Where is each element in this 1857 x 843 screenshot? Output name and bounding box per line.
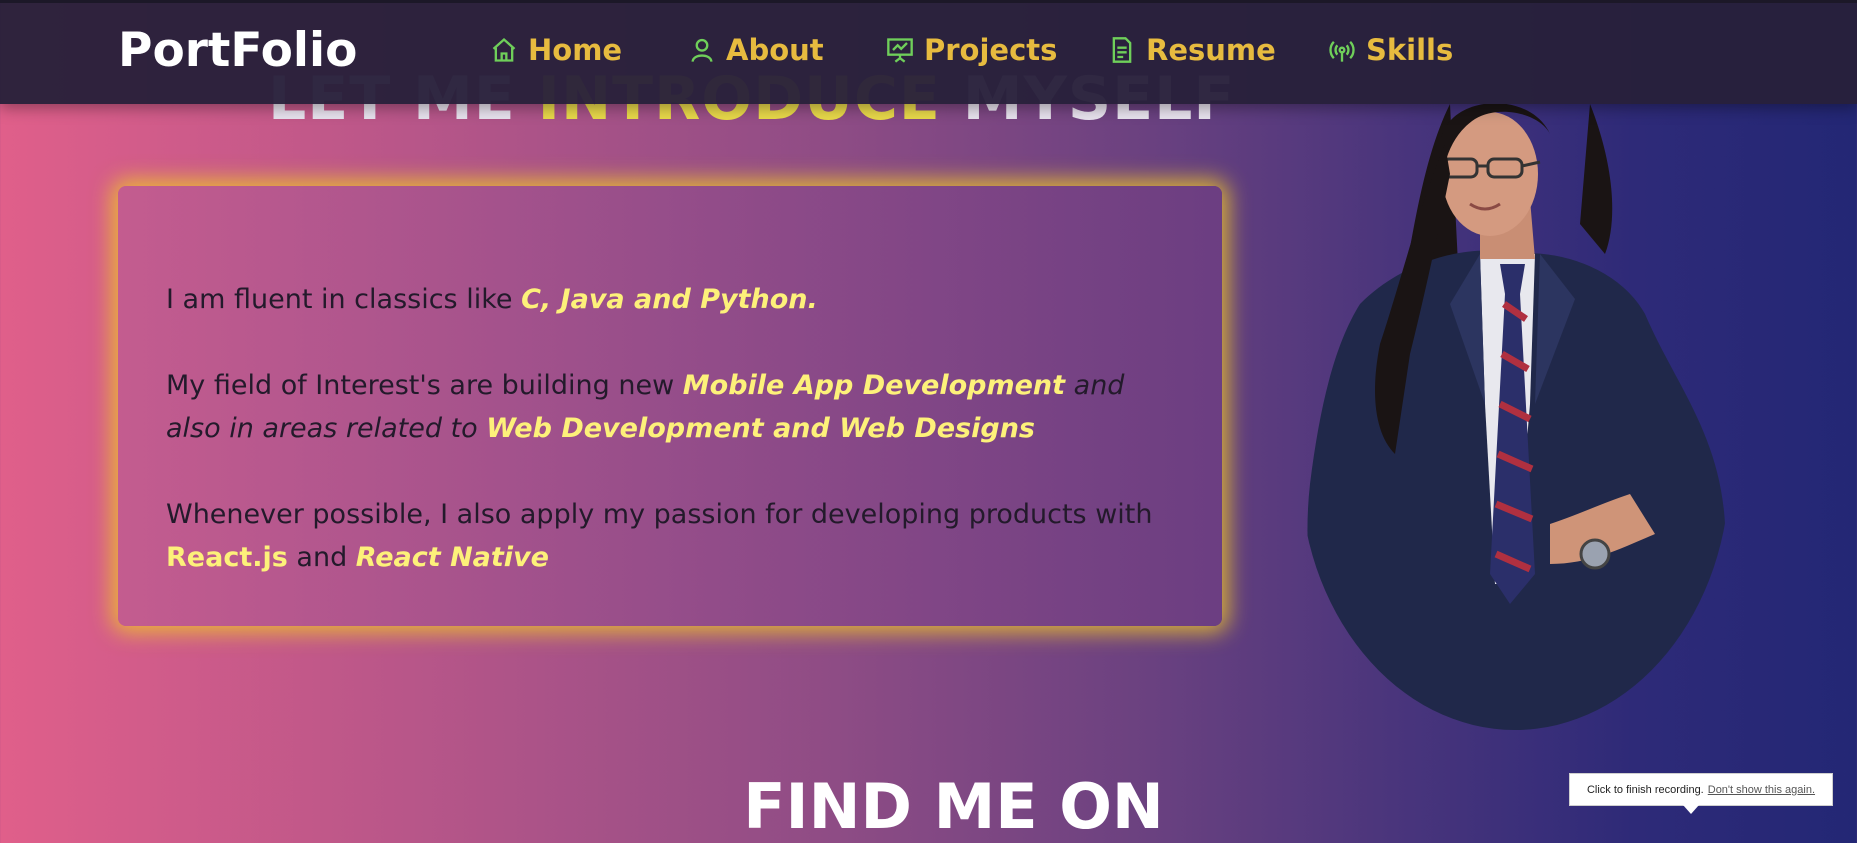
nav-home-label: Home: [528, 33, 623, 67]
p2-text: My field of Interest's are building new: [166, 370, 683, 401]
p3-and: and: [287, 542, 356, 573]
nav-resume-label: Resume: [1146, 33, 1276, 67]
nav-home[interactable]: Home: [490, 33, 622, 67]
profile-illustration: [1307, 104, 1726, 730]
nav-resume[interactable]: Resume: [1108, 33, 1276, 67]
navbar: PortFolio Home About Projects Resume Ski…: [0, 0, 1857, 104]
p1-text: I am fluent in classics like: [166, 284, 522, 315]
nav-skills-label: Skills: [1366, 33, 1454, 67]
home-icon: [492, 37, 516, 62]
nav-about-label: About: [726, 33, 824, 67]
nav-skills[interactable]: Skills: [1328, 33, 1453, 67]
document-icon: [1112, 37, 1132, 63]
intro-paragraph-3: Whenever possible, I also apply my passi…: [166, 493, 1174, 579]
nav-about[interactable]: About: [688, 33, 824, 67]
p1-highlight: C, Java and Python.: [521, 284, 818, 315]
user-icon: [691, 38, 713, 62]
intro-paragraph-2: My field of Interest's are building new …: [166, 364, 1174, 450]
tooltip-text: Click to finish recording.: [1586, 783, 1704, 796]
tooltip-arrow: [1683, 805, 1699, 814]
p3-highlight-react: React.js: [166, 542, 288, 573]
intro-card: I am fluent in classics like C, Java and…: [118, 186, 1222, 626]
brand-logo[interactable]: PortFolio: [118, 23, 357, 78]
nav-projects[interactable]: Projects: [886, 33, 1057, 67]
broadcast-icon: [1329, 41, 1355, 62]
presentation-icon: [887, 38, 913, 63]
p3-text: Whenever possible, I also apply my passi…: [166, 499, 1153, 530]
p3-highlight-react-native: React Native: [355, 542, 549, 573]
intro-paragraph-1: I am fluent in classics like C, Java and…: [166, 278, 1174, 321]
recording-tooltip[interactable]: Click to finish recording. Don't show th…: [1569, 773, 1833, 814]
dont-show-again-link[interactable]: Don't show this again.: [1708, 784, 1815, 796]
p2-highlight-web: Web Development and Web Designs: [486, 413, 1036, 444]
nav-projects-label: Projects: [924, 33, 1058, 67]
profile-photo: [1300, 104, 1730, 730]
p2-highlight-mobile: Mobile App Development: [682, 370, 1066, 401]
